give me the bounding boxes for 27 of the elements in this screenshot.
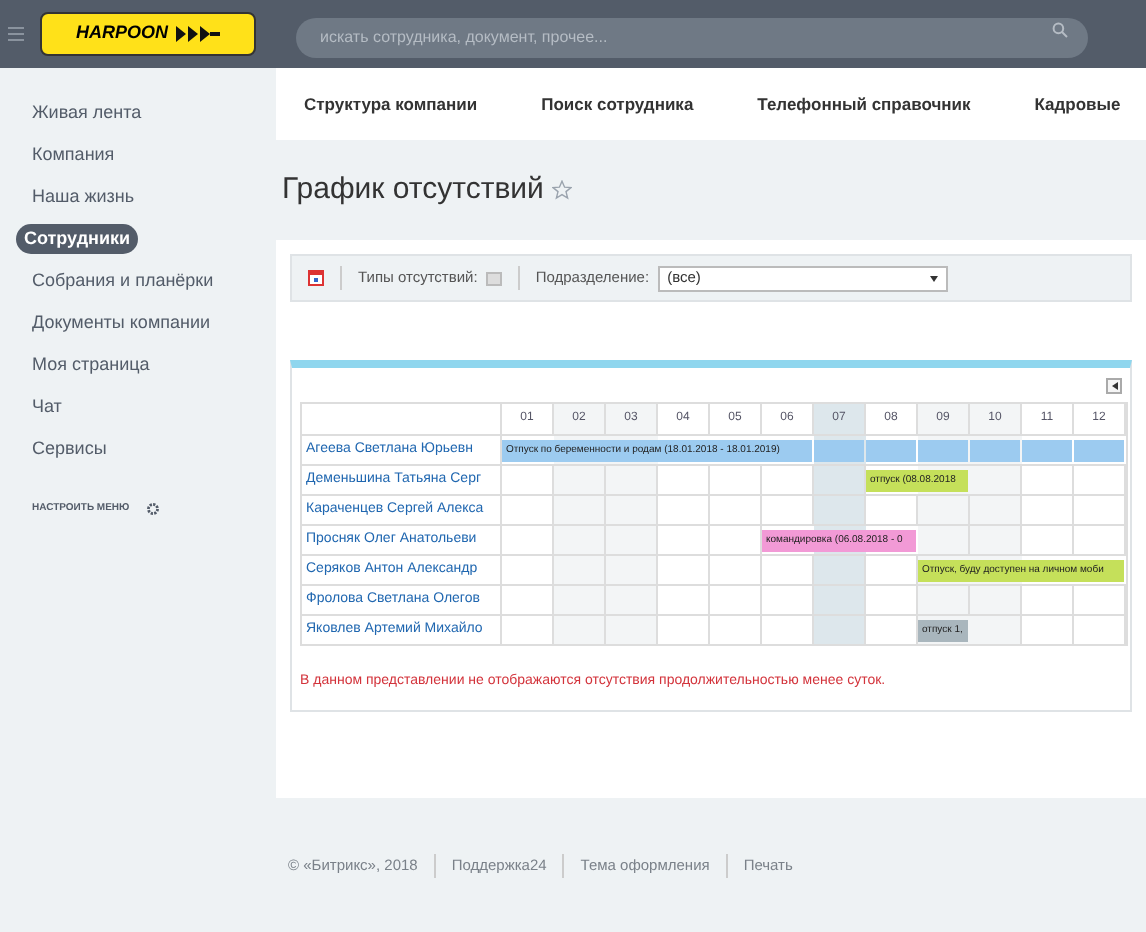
nav-tab[interactable]: Поиск сотрудника — [541, 91, 694, 117]
absence-types-button[interactable] — [485, 271, 502, 285]
star-icon[interactable] — [551, 180, 572, 200]
sidebar-item[interactable]: Собрания и планёрки — [16, 267, 230, 295]
menu-icon[interactable] — [8, 26, 24, 42]
scroll-left-button[interactable] — [1106, 377, 1122, 393]
arrows-icon — [176, 26, 220, 42]
calendar-icon[interactable] — [308, 270, 324, 286]
gear-icon[interactable] — [145, 502, 160, 517]
sidebar-item[interactable]: Документы компании — [16, 309, 227, 337]
search-field[interactable]: искать сотрудника, документ, прочее... — [296, 17, 1088, 57]
nav-tab[interactable]: Телефонный справочник — [757, 91, 971, 117]
dropdown-icon — [929, 275, 938, 281]
nav-tab[interactable]: Кадровые — [1034, 91, 1121, 117]
page-title: График отсутствий — [282, 169, 544, 210]
logo[interactable]: HARPOON — [40, 12, 256, 56]
sidebar-item[interactable]: Компания — [16, 141, 131, 169]
search-icon[interactable] — [1052, 22, 1068, 38]
grid-cell — [814, 436, 866, 464]
sidebar-item[interactable]: Чат — [16, 393, 78, 421]
nav-tab[interactable]: Структура компании — [304, 91, 478, 117]
left-arrow-icon — [1111, 381, 1117, 389]
sidebar-item[interactable]: Моя страница — [16, 351, 166, 379]
sidebar-item[interactable]: Сотрудники — [16, 223, 139, 255]
sidebar-item[interactable]: Сервисы — [16, 435, 123, 463]
sidebar-item[interactable]: Наша жизнь — [16, 183, 151, 211]
sidebar-item[interactable]: Живая лента — [16, 99, 158, 127]
